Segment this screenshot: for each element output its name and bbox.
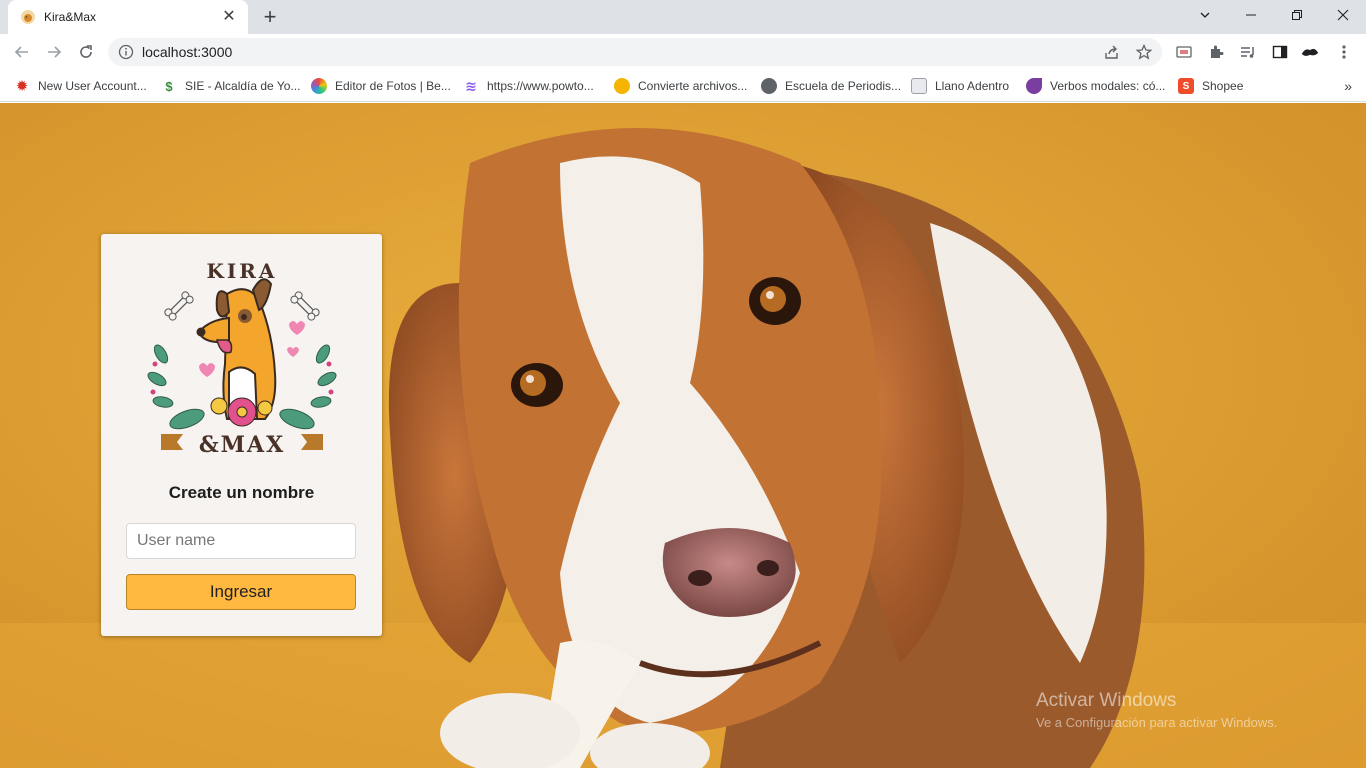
befunky-icon	[311, 78, 327, 94]
share-icon[interactable]	[1104, 44, 1120, 60]
tab-strip: Kira&Max ✕ +	[0, 0, 1366, 34]
s-logo-icon: $	[165, 78, 173, 94]
svg-text:&MAX: &MAX	[199, 432, 285, 458]
bookmark-label: Llano Adentro	[935, 79, 1010, 93]
back-arrow-icon[interactable]	[8, 38, 36, 66]
form-heading: Create un nombre	[168, 483, 315, 502]
username-input[interactable]	[126, 523, 356, 559]
close-window-button[interactable]	[1320, 0, 1366, 30]
bookmark-label: SIE - Alcaldía de Yo...	[185, 79, 301, 93]
globe-icon	[761, 78, 777, 94]
bookmark-item[interactable]: Editor de Fotos | Be...	[311, 76, 451, 96]
extension-cast-icon[interactable]	[1174, 42, 1194, 62]
bookmark-label: Shopee	[1202, 79, 1244, 93]
bookmark-label: Convierte archivos...	[638, 79, 748, 93]
page-background: KIRA &MAX Create un nombre User name Ing…	[0, 103, 1366, 768]
menu-kebab-icon[interactable]	[1334, 42, 1354, 62]
profile-avatar-icon[interactable]	[1300, 42, 1320, 62]
bookmark-item[interactable]: $ SIE - Alcaldía de Yo...	[161, 76, 300, 96]
document-icon	[911, 78, 927, 94]
reload-icon[interactable]	[72, 38, 100, 66]
kira-max-logo: KIRA &MAX	[147, 259, 337, 458]
bookmark-item[interactable]: Escuela de Periodis...	[761, 76, 901, 96]
windows-activation-subtitle: Ve a Configuración para activar Windows.	[1036, 715, 1278, 730]
restore-button[interactable]	[1274, 0, 1320, 30]
bookmark-item[interactable]: S Shopee	[1178, 76, 1243, 96]
close-tab-icon[interactable]: ✕	[220, 8, 238, 26]
windows-activation-title: Activar Windows	[1036, 690, 1177, 711]
browser-toolbar: localhost:3000	[0, 34, 1366, 70]
powtoon-icon: ≋	[465, 77, 477, 94]
bookmark-star-icon[interactable]	[1136, 44, 1152, 60]
tab-title: Kira&Max	[44, 10, 97, 24]
address-bar[interactable]: localhost:3000	[108, 38, 1162, 66]
bookmark-item[interactable]: Convierte archivos...	[614, 76, 747, 96]
convertio-icon	[614, 78, 630, 94]
login-card: KIRA &MAX Create un nombre User name Ing…	[101, 234, 382, 636]
submit-button[interactable]: Ingresar	[126, 574, 356, 610]
settings-icon: ✹	[15, 78, 29, 95]
browser-tab[interactable]: Kira&Max ✕	[8, 0, 248, 34]
new-tab-button[interactable]: +	[258, 5, 282, 29]
bookmark-item[interactable]: ≋ https://www.powto...	[463, 76, 594, 96]
bookmark-label: Verbos modales: có...	[1050, 79, 1166, 93]
bookmark-label: New User Account...	[38, 79, 147, 93]
bookmark-item[interactable]: Llano Adentro	[911, 76, 1009, 96]
bookmark-item[interactable]: ✹ New User Account...	[14, 76, 147, 96]
bookmark-label: Escuela de Periodis...	[785, 79, 902, 93]
minimize-button[interactable]	[1228, 0, 1274, 30]
bookmark-item[interactable]: Verbos modales: có...	[1026, 76, 1165, 96]
extensions-puzzle-icon[interactable]	[1206, 42, 1226, 62]
forward-arrow-icon[interactable]	[40, 38, 68, 66]
tab-search-icon[interactable]	[1182, 0, 1228, 30]
more-bookmarks-icon[interactable]: »	[1344, 78, 1352, 94]
side-panel-icon[interactable]	[1270, 42, 1290, 62]
bookmark-label: https://www.powto...	[487, 79, 594, 93]
url-text: localhost:3000	[142, 44, 233, 60]
info-icon[interactable]	[118, 44, 134, 60]
bookmarks-bar: ✹ New User Account... $ SIE - Alcaldía d…	[0, 70, 1366, 102]
leaf-icon	[1026, 78, 1042, 94]
media-queue-icon[interactable]	[1238, 42, 1258, 62]
dog-favicon-icon	[21, 10, 35, 24]
bookmark-label: Editor de Fotos | Be...	[335, 79, 451, 93]
shopee-icon: S	[1178, 78, 1194, 94]
